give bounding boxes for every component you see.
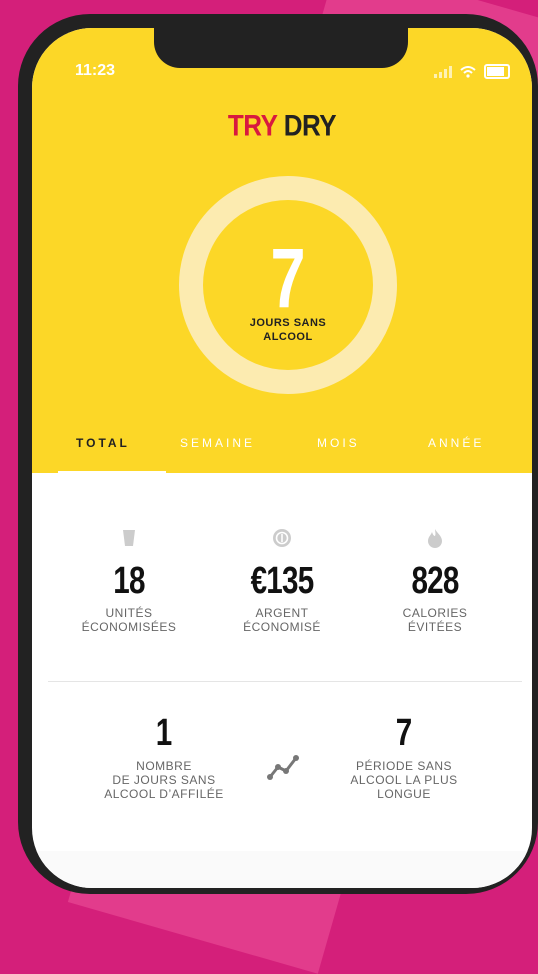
tab-total[interactable]: TOTAL [76, 436, 130, 450]
streak-longest: 7 PÉRIODE SANS ALCOOL LA PLUS LONGUE [314, 713, 494, 801]
stat-units-label: UNITÉS ÉCONOMISÉES [54, 606, 204, 634]
app-title-dry: DRY [283, 107, 337, 143]
battery-icon [484, 64, 510, 79]
stat-calories-value: 828 [411, 560, 459, 602]
tab-annee[interactable]: ANNÉE [428, 436, 484, 450]
app-title: TRY DRY [32, 108, 532, 144]
stat-units-value: 18 [113, 560, 145, 602]
stat-calories-label-line2: ÉVITÉES [407, 620, 463, 634]
stat-money: €135 ARGENT ÉCONOMISÉ [207, 528, 357, 634]
status-time: 11:23 [75, 62, 116, 79]
stat-money-label-line2: ÉCONOMISÉ [243, 620, 321, 634]
streak-longest-label-line2: ALCOOL LA PLUS [350, 773, 458, 787]
period-tabs: TOTAL SEMAINE MOIS ANNÉE [32, 428, 532, 473]
status-icons [434, 64, 510, 79]
app-screen: 11:23 TRY DRY 7 JOURS SANS ALCOOL TOTAL … [32, 28, 532, 888]
signal-icon [434, 65, 452, 78]
streak-longest-value: 7 [395, 712, 413, 754]
glass-icon [119, 528, 139, 548]
wifi-icon [460, 65, 476, 78]
stat-units-label-line1: UNITÉS [105, 606, 153, 620]
tab-semaine[interactable]: SEMAINE [180, 436, 255, 450]
streak-current-value: 1 [155, 712, 173, 754]
days-count: 7 [270, 231, 306, 325]
days-label: JOURS SANS ALCOOL [203, 316, 373, 344]
stat-units: 18 UNITÉS ÉCONOMISÉES [54, 528, 204, 634]
flame-icon [425, 528, 445, 548]
section-divider [48, 681, 522, 682]
days-ring: 7 JOURS SANS ALCOOL [179, 176, 397, 394]
bottom-section [32, 851, 532, 888]
streak-current: 1 NOMBRE DE JOURS SANS ALCOOL D’AFFILÉE [74, 713, 254, 801]
days-label-line1: JOURS SANS [249, 317, 327, 329]
coin-icon [272, 528, 292, 548]
streak-current-label-line2: DE JOURS SANS [112, 773, 216, 787]
streak-longest-label-line1: PÉRIODE SANS [355, 759, 453, 773]
app-title-try: TRY [227, 107, 278, 143]
stat-money-value: €135 [250, 560, 315, 602]
streak-current-label-line1: NOMBRE [136, 759, 192, 773]
stat-units-label-line2: ÉCONOMISÉES [81, 620, 177, 634]
active-tab-indicator [58, 471, 166, 475]
streak-current-label: NOMBRE DE JOURS SANS ALCOOL D’AFFILÉE [74, 759, 254, 801]
tab-mois[interactable]: MOIS [317, 436, 360, 450]
stat-calories-label-line1: CALORIES [402, 606, 468, 620]
stat-money-label: ARGENT ÉCONOMISÉ [207, 606, 357, 634]
streak-longest-label: PÉRIODE SANS ALCOOL LA PLUS LONGUE [314, 759, 494, 801]
stat-calories-label: CALORIES ÉVITÉES [360, 606, 510, 634]
stat-calories: 828 CALORIES ÉVITÉES [360, 528, 510, 634]
trend-line-icon [267, 755, 299, 780]
days-label-line2: ALCOOL [263, 331, 313, 343]
phone-frame: 11:23 TRY DRY 7 JOURS SANS ALCOOL TOTAL … [18, 14, 538, 894]
stat-money-label-line1: ARGENT [255, 606, 309, 620]
streak-longest-label-line3: LONGUE [377, 787, 431, 801]
phone-notch [154, 28, 408, 68]
streak-current-label-line3: ALCOOL D’AFFILÉE [104, 787, 224, 801]
